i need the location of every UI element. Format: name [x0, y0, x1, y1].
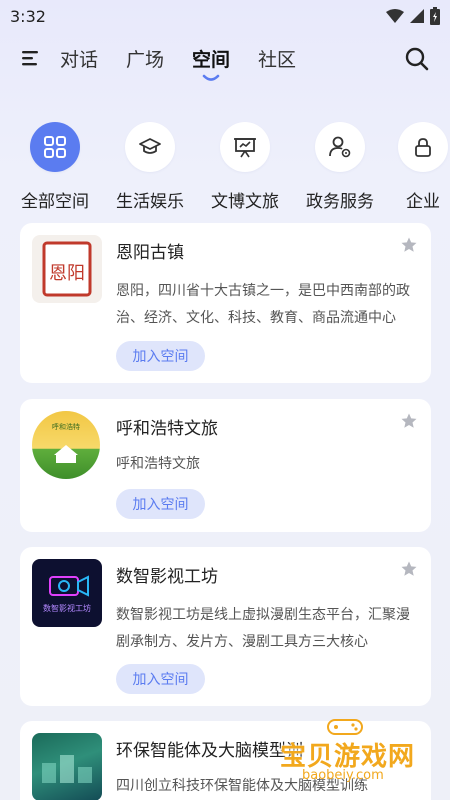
menu-icon[interactable] [22, 48, 42, 68]
category-label: 政务服务 [306, 192, 374, 212]
signal-icon [410, 9, 424, 23]
category-label: 企业 [406, 192, 440, 212]
category-icon-circle [125, 122, 175, 172]
tab-community[interactable]: 社区 [258, 45, 296, 72]
card-title: 呼和浩特文旅 [116, 419, 218, 439]
space-card-digital-film[interactable]: 数智影视工坊 数智影视工坊 数智影视工坊是线上虚拟漫剧生态平台，汇聚漫剧承制方、… [20, 547, 431, 706]
nav-tabs: 对话 广场 空间 社区 [60, 45, 296, 81]
category-life-entertainment[interactable]: 生活娱乐 [107, 122, 193, 212]
category-label: 全部空间 [21, 192, 89, 212]
category-icon-circle [220, 122, 270, 172]
star-icon[interactable] [401, 237, 417, 253]
card-title: 恩阳古镇 [116, 243, 184, 263]
battery-icon [430, 7, 440, 25]
presentation-board-icon [234, 138, 256, 158]
join-space-button[interactable]: 加入空间 [116, 341, 205, 371]
user-settings-icon [329, 136, 351, 158]
category-icon-circle [30, 122, 80, 172]
join-space-button[interactable]: 加入空间 [116, 489, 205, 519]
tab-space-label: 空间 [192, 48, 231, 71]
search-icon[interactable] [404, 46, 430, 72]
watermark: 宝贝游戏网 baobeiy.com [280, 716, 430, 800]
card-description: 数智影视工坊是线上虚拟漫剧生态平台，汇聚漫剧承制方、发片方、漫剧工具方三大核心 [116, 607, 410, 650]
lock-icon [415, 138, 431, 157]
tab-square[interactable]: 广场 [126, 45, 164, 72]
grid-icon [44, 136, 66, 158]
category-all-spaces[interactable]: 全部空间 [12, 122, 98, 212]
category-icon-circle [398, 122, 448, 172]
tab-active-indicator [202, 74, 220, 81]
category-enterprise[interactable]: 企业 [380, 122, 450, 212]
card-description: 呼和浩特文旅 [116, 456, 200, 472]
space-card-enyang[interactable]: 恩阳 恩阳古镇 恩阳，四川省十大古镇之一，是巴中西南部的政治、经济、文化、科技、… [20, 223, 431, 383]
digital-film-logo: 数智影视工坊 [32, 559, 102, 627]
category-government-services[interactable]: 政务服务 [297, 122, 383, 212]
star-icon[interactable] [401, 561, 417, 577]
eco-ai-city-image [42, 755, 92, 783]
card-title: 环保智能体及大脑模型训 [116, 741, 303, 761]
svg-text:呼和浩特: 呼和浩特 [52, 422, 80, 431]
status-time: 3:32 [10, 6, 46, 26]
star-icon[interactable] [401, 413, 417, 429]
space-card-hohhot[interactable]: 呼和浩特 呼和浩特文旅 呼和浩特文旅 加入空间 [20, 399, 431, 532]
top-nav: 对话 广场 空间 社区 [0, 32, 450, 84]
category-icon-circle [315, 122, 365, 172]
enyang-logo: 恩阳 [32, 235, 102, 303]
gamepad-icon [327, 719, 363, 735]
watermark-url: baobeiy.com [302, 768, 384, 783]
hohhot-yurt-image: 呼和浩特 [52, 422, 80, 463]
digital-film-camera-image: 数智影视工坊 [43, 575, 91, 613]
enyang-seal-image: 恩阳 [42, 241, 92, 297]
wifi-icon [386, 9, 404, 23]
status-icons [386, 7, 440, 25]
join-space-button[interactable]: 加入空间 [116, 664, 205, 694]
hohhot-logo: 呼和浩特 [32, 411, 100, 479]
status-bar: 3:32 [0, 0, 450, 32]
category-label: 生活娱乐 [116, 192, 184, 212]
category-museum-tourism[interactable]: 文博文旅 [202, 122, 288, 212]
graduation-cap-icon [139, 138, 161, 154]
svg-text:恩阳: 恩阳 [49, 263, 85, 284]
card-description: 恩阳，四川省十大古镇之一，是巴中西南部的政治、经济、文化、科技、教育、商品流通中… [116, 283, 410, 326]
card-title: 数智影视工坊 [116, 567, 218, 587]
category-row: 全部空间 生活娱乐 文博文旅 政务服务 企业 [0, 122, 450, 214]
tab-space[interactable]: 空间 [192, 45, 231, 81]
svg-text:数智影视工坊: 数智影视工坊 [43, 603, 91, 613]
eco-ai-logo [32, 733, 102, 800]
tab-chat[interactable]: 对话 [60, 45, 98, 72]
category-label: 文博文旅 [211, 192, 279, 212]
